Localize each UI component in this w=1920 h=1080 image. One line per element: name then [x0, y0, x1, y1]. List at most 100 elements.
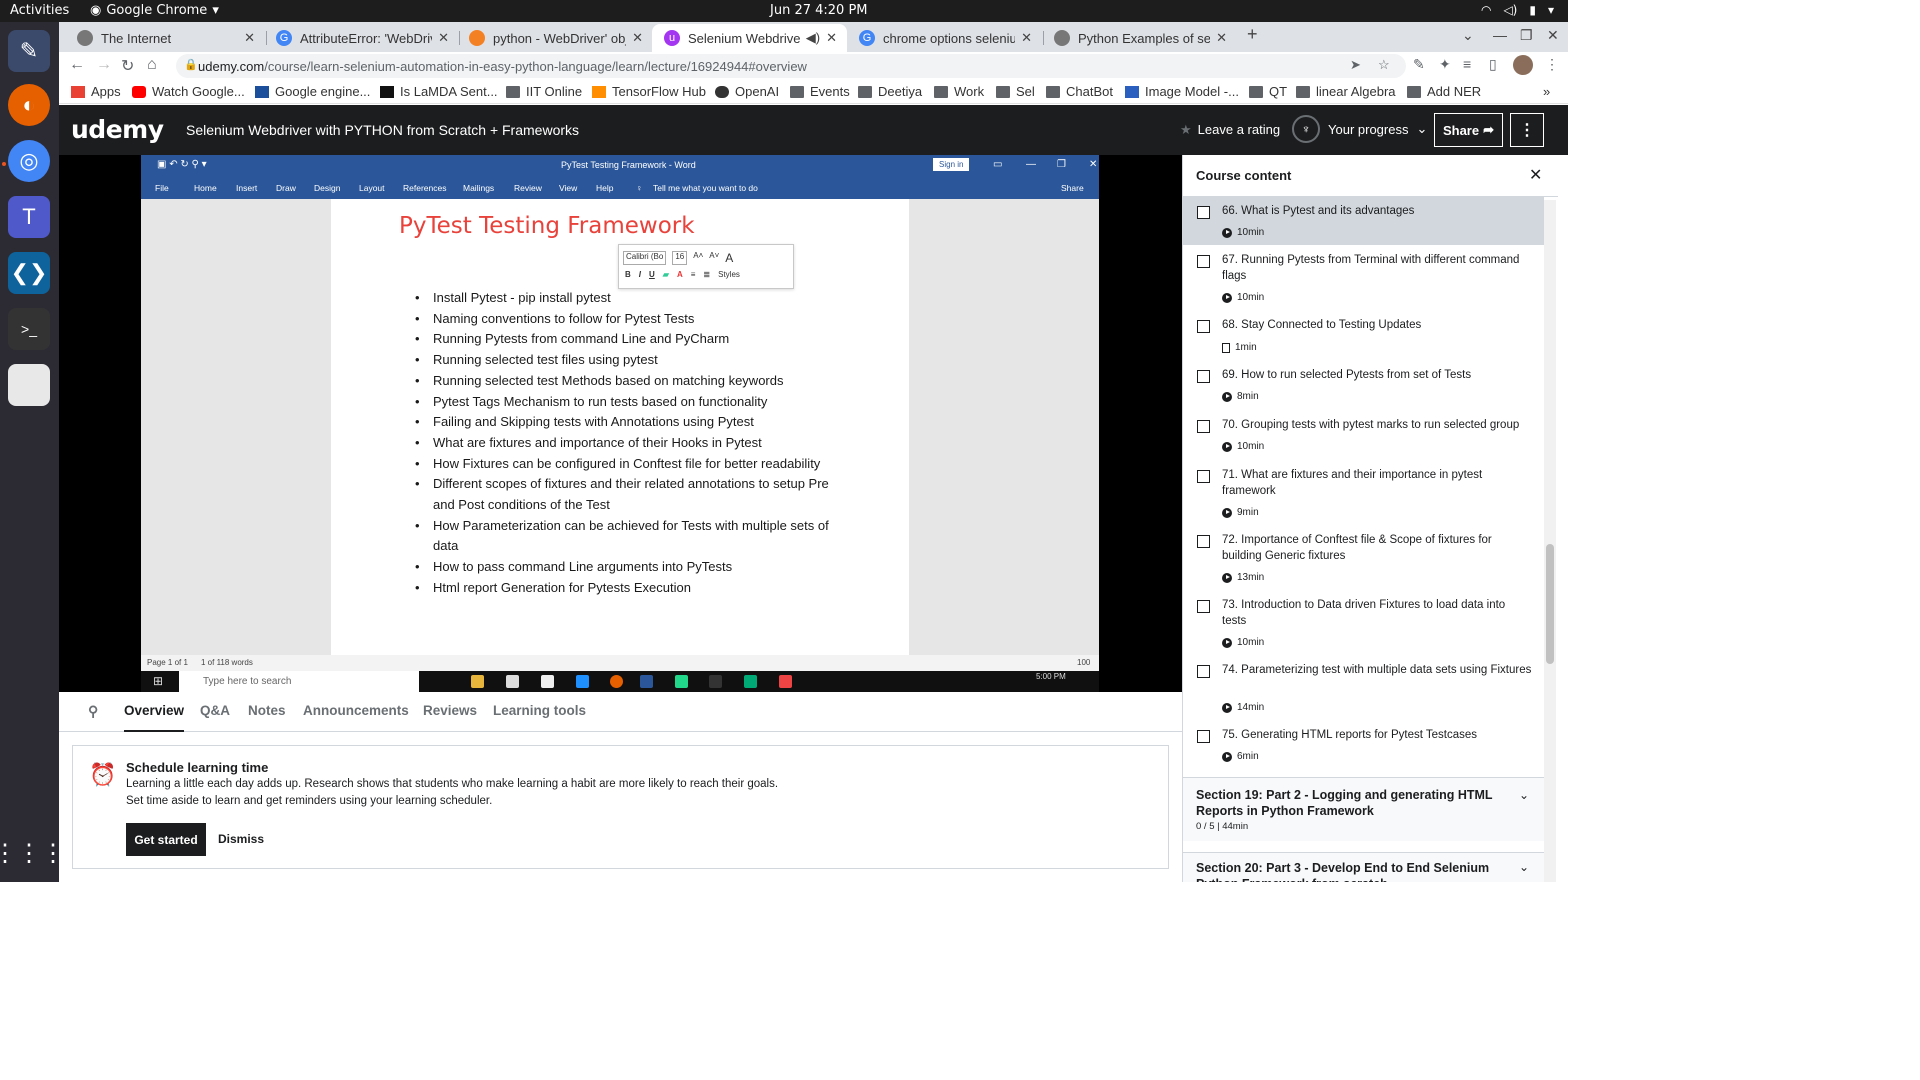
bookmark-item[interactable]: TensorFlow Hub — [592, 84, 706, 99]
side-panel-icon[interactable]: ▯ — [1489, 56, 1497, 73]
files-icon[interactable] — [8, 364, 50, 406]
lecture-item[interactable]: 70. Grouping tests with pytest marks to … — [1183, 411, 1544, 460]
leave-rating-button[interactable]: ★ Leave a rating — [1180, 122, 1280, 138]
close-tab-icon[interactable]: ✕ — [826, 30, 837, 46]
udemy-logo[interactable]: udemy — [71, 115, 164, 144]
section-header[interactable]: Section 19: Part 2 - Logging and generat… — [1183, 777, 1544, 841]
bookmark-folder[interactable]: Add NER — [1407, 84, 1481, 99]
more-options-button[interactable]: ⋮ — [1510, 113, 1544, 147]
tab-overview[interactable]: Overview — [124, 703, 185, 732]
bookmark-folder[interactable]: Deetiya — [858, 84, 922, 99]
forward-icon[interactable]: → — [96, 56, 112, 74]
close-tab-icon[interactable]: ✕ — [244, 30, 255, 46]
terminal-icon[interactable]: >_ — [8, 308, 50, 350]
reload-icon[interactable]: ↻ — [121, 56, 134, 76]
video-player[interactable]: ▣ ↶ ↻ ⚲ ▾ PyTest Testing Framework - Wor… — [59, 155, 1182, 692]
close-tab-icon[interactable]: ✕ — [438, 30, 449, 46]
chrome-dock-icon[interactable]: ◎ — [8, 140, 50, 182]
tab-reviews[interactable]: Reviews — [423, 703, 477, 718]
app-menu[interactable]: ◉ Google Chrome ▾ — [90, 3, 219, 18]
new-tab-button[interactable]: + — [1247, 24, 1258, 45]
lecture-item-current[interactable]: 66. What is Pytest and its advantages 10… — [1183, 197, 1544, 245]
close-tab-icon[interactable]: ✕ — [632, 30, 643, 46]
tab-announcements[interactable]: Announcements — [303, 703, 409, 718]
chrome-menu-icon[interactable]: ⋮ — [1545, 56, 1559, 73]
text-editor-icon[interactable]: ✎ — [8, 30, 50, 72]
bookmark-item[interactable]: Watch Google... — [132, 84, 245, 99]
bookmark-item[interactable]: Image Model -... — [1125, 84, 1239, 99]
lecture-checkbox[interactable] — [1197, 320, 1210, 333]
system-clock[interactable]: Jun 27 4:20 PM — [770, 3, 868, 18]
lecture-checkbox[interactable] — [1197, 206, 1210, 219]
show-apps-icon[interactable]: ⋮⋮⋮ — [0, 832, 65, 874]
lecture-item[interactable]: 67. Running Pytests from Terminal with d… — [1183, 246, 1544, 310]
scrollbar-thumb[interactable] — [1546, 544, 1554, 664]
lecture-item[interactable]: 69. How to run selected Pytests from set… — [1183, 361, 1544, 410]
bookmark-folder[interactable]: QT — [1249, 84, 1287, 99]
course-title[interactable]: Selenium Webdriver with PYTHON from Scra… — [186, 122, 579, 138]
lecture-checkbox[interactable] — [1197, 665, 1210, 678]
sidebar-scrollbar[interactable] — [1544, 200, 1556, 882]
tab-learning-tools[interactable]: Learning tools — [493, 703, 586, 718]
firefox-icon[interactable]: ◐ — [8, 84, 50, 126]
bookmark-folder[interactable]: Events — [790, 84, 850, 99]
speaker-icon[interactable]: ◀) — [806, 30, 820, 46]
lecture-item[interactable]: 72. Importance of Conftest file & Scope … — [1183, 526, 1544, 590]
browser-tab[interactable]: G AttributeError: 'WebDriv ✕ — [264, 24, 459, 52]
teams-icon[interactable]: T — [8, 196, 50, 238]
get-started-button[interactable]: Get started — [126, 823, 206, 856]
lecture-item[interactable]: 74. Parameterizing test with multiple da… — [1183, 656, 1544, 720]
bookmark-folder[interactable]: Sel — [996, 84, 1035, 99]
bookmark-folder[interactable]: linear Algebra — [1296, 84, 1396, 99]
bookmark-folder[interactable]: IIT Online — [506, 84, 582, 99]
lecture-checkbox[interactable] — [1197, 255, 1210, 268]
browser-tab[interactable]: The Internet ✕ — [65, 24, 265, 52]
back-icon[interactable]: ← — [69, 56, 85, 74]
browser-tab[interactable]: Python Examples of selen ✕ — [1042, 24, 1237, 52]
share-button[interactable]: Share ➦ — [1434, 113, 1503, 147]
close-icon[interactable]: ✕ — [1529, 165, 1542, 185]
browser-tab[interactable]: python - WebDriver' objec ✕ — [457, 24, 653, 52]
lecture-item[interactable]: 75. Generating HTML reports for Pytest T… — [1183, 721, 1544, 770]
lecture-item[interactable]: 71. What are fixtures and their importan… — [1183, 461, 1544, 525]
bookmark-item[interactable]: Is LaMDA Sent... — [380, 84, 498, 99]
close-window-icon[interactable]: ✕ — [1547, 27, 1559, 44]
bookmark-folder[interactable]: Work — [934, 84, 984, 99]
profile-avatar[interactable] — [1513, 55, 1533, 75]
address-bar[interactable]: 🔒 udemy.com/course/learn-selenium-automa… — [176, 54, 1406, 78]
progress-dropdown[interactable]: ♆ Your progress ⌄ — [1292, 115, 1427, 143]
close-tab-icon[interactable]: ✕ — [1021, 30, 1032, 46]
bookmark-item[interactable]: Google engine... — [255, 84, 370, 99]
lecture-item[interactable]: 73. Introduction to Data driven Fixtures… — [1183, 591, 1544, 655]
close-tab-icon[interactable]: ✕ — [1216, 30, 1227, 46]
reading-list-icon[interactable]: ≡ — [1463, 56, 1471, 72]
bookmark-folder[interactable]: ChatBot — [1046, 84, 1113, 99]
extensions-icon[interactable]: ✦ — [1439, 56, 1451, 73]
lecture-checkbox[interactable] — [1197, 535, 1210, 548]
browser-tab[interactable]: G chrome options selenium ✕ — [847, 24, 1042, 52]
tab-notes[interactable]: Notes — [248, 703, 286, 718]
section-header[interactable]: Section 20: Part 3 - Develop End to End … — [1183, 852, 1544, 882]
lecture-checkbox[interactable] — [1197, 370, 1210, 383]
restore-icon[interactable]: ❐ — [1520, 27, 1533, 44]
system-tray[interactable]: ◠ ◁) ▮ ▾ — [1481, 3, 1554, 17]
send-icon[interactable]: ➤ — [1350, 57, 1361, 73]
lecture-item[interactable]: 68. Stay Connected to Testing Updates 1m… — [1183, 311, 1544, 360]
vscode-icon[interactable]: ❮❯ — [8, 252, 50, 294]
bookmark-apps[interactable]: Apps — [71, 84, 121, 99]
search-icon[interactable]: ⚲ — [88, 703, 98, 720]
home-icon[interactable]: ⌂ — [147, 56, 157, 74]
lecture-checkbox[interactable] — [1197, 420, 1210, 433]
lecture-checkbox[interactable] — [1197, 730, 1210, 743]
browser-tab-active[interactable]: u Selenium Webdriver w ◀) ✕ — [652, 24, 847, 52]
lecture-checkbox[interactable] — [1197, 600, 1210, 613]
minimize-icon[interactable]: — — [1493, 27, 1507, 43]
tab-qa[interactable]: Q&A — [200, 703, 230, 718]
lecture-checkbox[interactable] — [1197, 470, 1210, 483]
pen-extension-icon[interactable]: ✎ — [1413, 56, 1425, 73]
tab-search-icon[interactable]: ⌄ — [1462, 27, 1474, 44]
bookmark-item[interactable]: OpenAI — [715, 84, 779, 99]
bookmark-star-icon[interactable]: ☆ — [1378, 57, 1390, 73]
bookmarks-overflow-icon[interactable]: » — [1543, 84, 1550, 99]
activities-button[interactable]: Activities — [10, 3, 69, 18]
